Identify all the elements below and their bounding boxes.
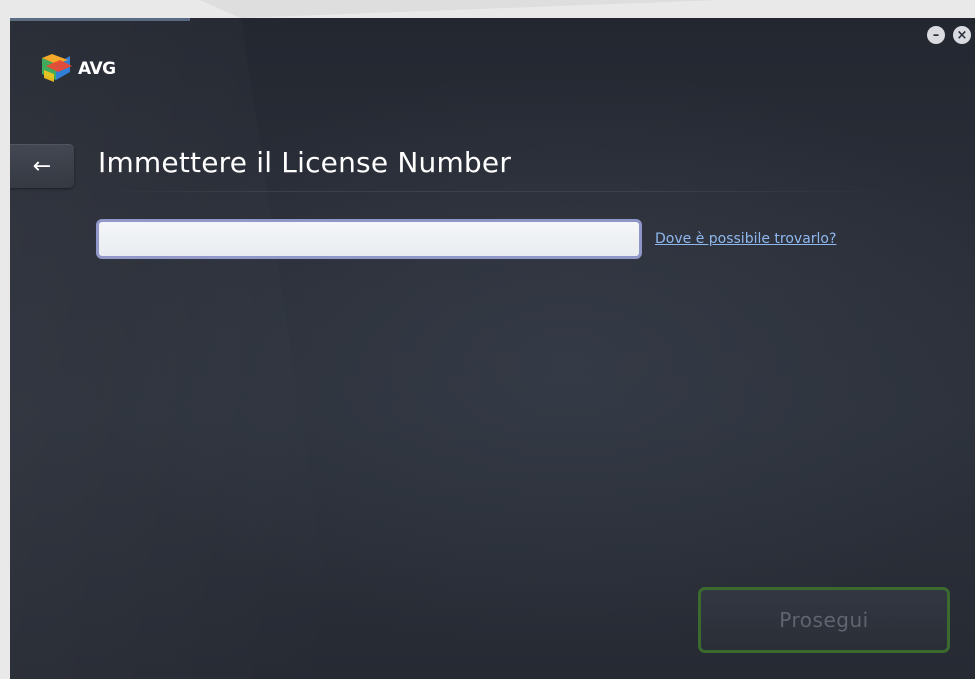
window-controls: – × [927, 26, 971, 44]
close-button[interactable]: × [953, 26, 971, 44]
page-title: Immettere il License Number [98, 146, 512, 179]
brand-name: AVG [78, 59, 116, 79]
arrow-left-icon: ← [32, 153, 52, 179]
license-number-input[interactable] [96, 219, 642, 259]
back-button[interactable]: ← [10, 144, 74, 188]
avg-logo: AVG [40, 54, 116, 84]
avg-window: AVG – × ← Immettere il License Number Do… [10, 18, 975, 679]
titlebar-accent [10, 18, 190, 21]
desktop-decoration [200, 0, 720, 18]
title-divider [98, 191, 898, 192]
continue-button[interactable]: Prosegui [698, 587, 950, 653]
where-to-find-link[interactable]: Dove è possibile trovarlo? [655, 231, 836, 247]
desktop-background: AVG – × ← Immettere il License Number Do… [0, 0, 975, 679]
avg-logo-icon [42, 54, 72, 82]
minimize-button[interactable]: – [927, 26, 945, 44]
